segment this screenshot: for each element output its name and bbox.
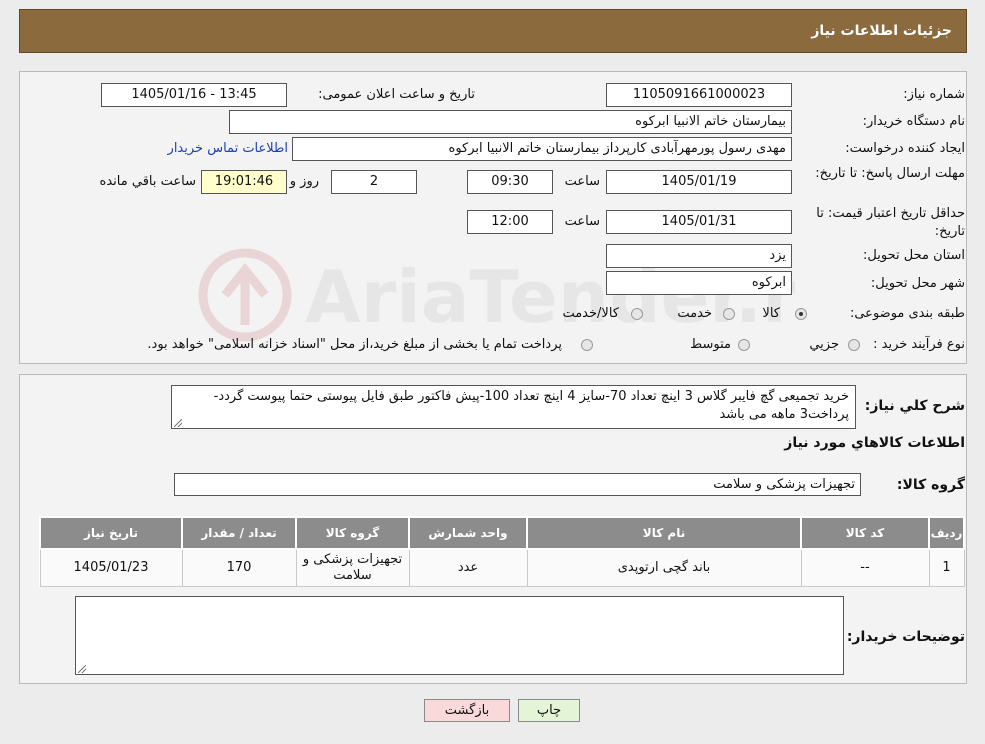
cell-item-name: باند گچی ارتوپدی: [526, 548, 802, 587]
announce-datetime-field: 1405/01/16 - 13:45: [101, 83, 287, 107]
process-option-medium: متوسط: [690, 337, 731, 352]
validity-label: حداقل تاریخ اعتبار قیمت: تا تاریخ:: [816, 206, 965, 239]
need-number-label: شماره نیاز:: [903, 87, 965, 102]
category-option-goods-service: کالا/خدمت: [562, 306, 619, 321]
city-label: شهر محل تحویل:: [870, 276, 965, 291]
validity-time-label: ساعت: [564, 214, 600, 229]
reply-time-field: 09:30: [467, 170, 553, 194]
buyer-notes-label: توضیحات خریدار:: [846, 629, 965, 645]
goods-group-label: گروه کالا:: [896, 477, 965, 493]
process-option-minor: جزیي: [809, 337, 839, 352]
reply-time-label: ساعت: [564, 174, 600, 189]
cell-item-group: تجهیزات پزشکی و سلامت: [295, 548, 410, 587]
need-number-field: 1105091661000023: [606, 83, 792, 107]
buyer-contact-link[interactable]: اطلاعات تماس خریدار: [168, 141, 288, 156]
cell-unit: عدد: [408, 548, 528, 587]
page-title: جزئیات اطلاعات نیاز: [811, 23, 952, 39]
print-button[interactable]: چاپ: [518, 699, 580, 722]
creator-field: مهدی رسول پورمهرآبادی کارپرداز بیمارستان…: [292, 137, 792, 161]
col-row-number: رديف: [928, 516, 965, 550]
category-radio-service[interactable]: [723, 308, 735, 320]
days-label: روز و: [289, 174, 319, 189]
buyer-notes-textarea[interactable]: [75, 596, 844, 675]
creator-label: ایجاد کننده درخواست:: [845, 141, 965, 156]
goods-group-field: تجهیزات پزشکی و سلامت: [174, 473, 861, 496]
category-option-goods: کالا: [762, 306, 780, 321]
goods-section-title: اطلاعات کالاهاي مورد نياز: [784, 435, 965, 451]
city-field: ابرکوه: [606, 271, 792, 295]
remaining-label: ساعت باقي مانده: [99, 174, 196, 189]
validity-time-field: 12:00: [467, 210, 553, 234]
col-quantity: تعداد / مقدار: [181, 516, 297, 550]
table-row: 1 -- باند گچی ارتوپدی عدد تجهیزات پزشکی …: [39, 548, 965, 587]
category-radio-goods-service[interactable]: [631, 308, 643, 320]
cell-need-date: 1405/01/23: [39, 548, 183, 587]
reply-date-field: 1405/01/19: [606, 170, 792, 194]
description-label: شرح کلي نياز:: [864, 398, 965, 414]
resize-handle-icon[interactable]: [174, 419, 182, 427]
process-radio-treasury[interactable]: [581, 339, 593, 351]
cell-row-number: 1: [928, 548, 965, 587]
process-radio-minor[interactable]: [848, 339, 860, 351]
buyer-org-label: نام دستگاه خریدار:: [862, 114, 965, 129]
col-need-date: تاريخ نياز: [39, 516, 183, 550]
process-note: پرداخت تمام یا بخشی از مبلغ خرید،از محل …: [147, 337, 562, 352]
goods-table: رديف کد کالا نام کالا واحد شمارش گروه کا…: [39, 516, 965, 587]
table-header-row: رديف کد کالا نام کالا واحد شمارش گروه کا…: [39, 516, 965, 550]
category-label: طبقه بندی موضوعی:: [849, 306, 965, 321]
col-unit: واحد شمارش: [408, 516, 528, 550]
resize-handle-icon[interactable]: [78, 665, 86, 673]
page-header: جزئیات اطلاعات نیاز: [19, 9, 967, 53]
cell-item-code: --: [800, 548, 930, 587]
category-radio-goods[interactable]: [795, 308, 807, 320]
buyer-org-field: بیمارستان خاتم الانبیا ابرکوه: [229, 110, 792, 134]
remaining-time-field: 19:01:46: [201, 170, 287, 194]
process-label: نوع فرآیند خرید :: [873, 337, 965, 352]
validity-date-field: 1405/01/31: [606, 210, 792, 234]
province-field: یزد: [606, 244, 792, 268]
category-option-service: خدمت: [677, 306, 712, 321]
days-field: 2: [331, 170, 417, 194]
process-radio-medium[interactable]: [738, 339, 750, 351]
reply-deadline-label: مهلت ارسال پاسخ: تا تاریخ:: [815, 166, 965, 181]
announce-label: تاریخ و ساعت اعلان عمومی:: [318, 87, 475, 102]
province-label: استان محل تحویل:: [863, 248, 965, 263]
col-item-name: نام کالا: [526, 516, 802, 550]
description-textarea[interactable]: خرید تجمیعی گچ فایبر گلاس 3 اینچ تعداد 7…: [171, 385, 856, 429]
col-item-code: کد کالا: [800, 516, 930, 550]
cell-quantity: 170: [181, 548, 297, 587]
col-item-group: گروه کالا: [295, 516, 410, 550]
description-text: خرید تجمیعی گچ فایبر گلاس 3 اینچ تعداد 7…: [213, 389, 849, 422]
back-button[interactable]: بازگشت: [424, 699, 510, 722]
